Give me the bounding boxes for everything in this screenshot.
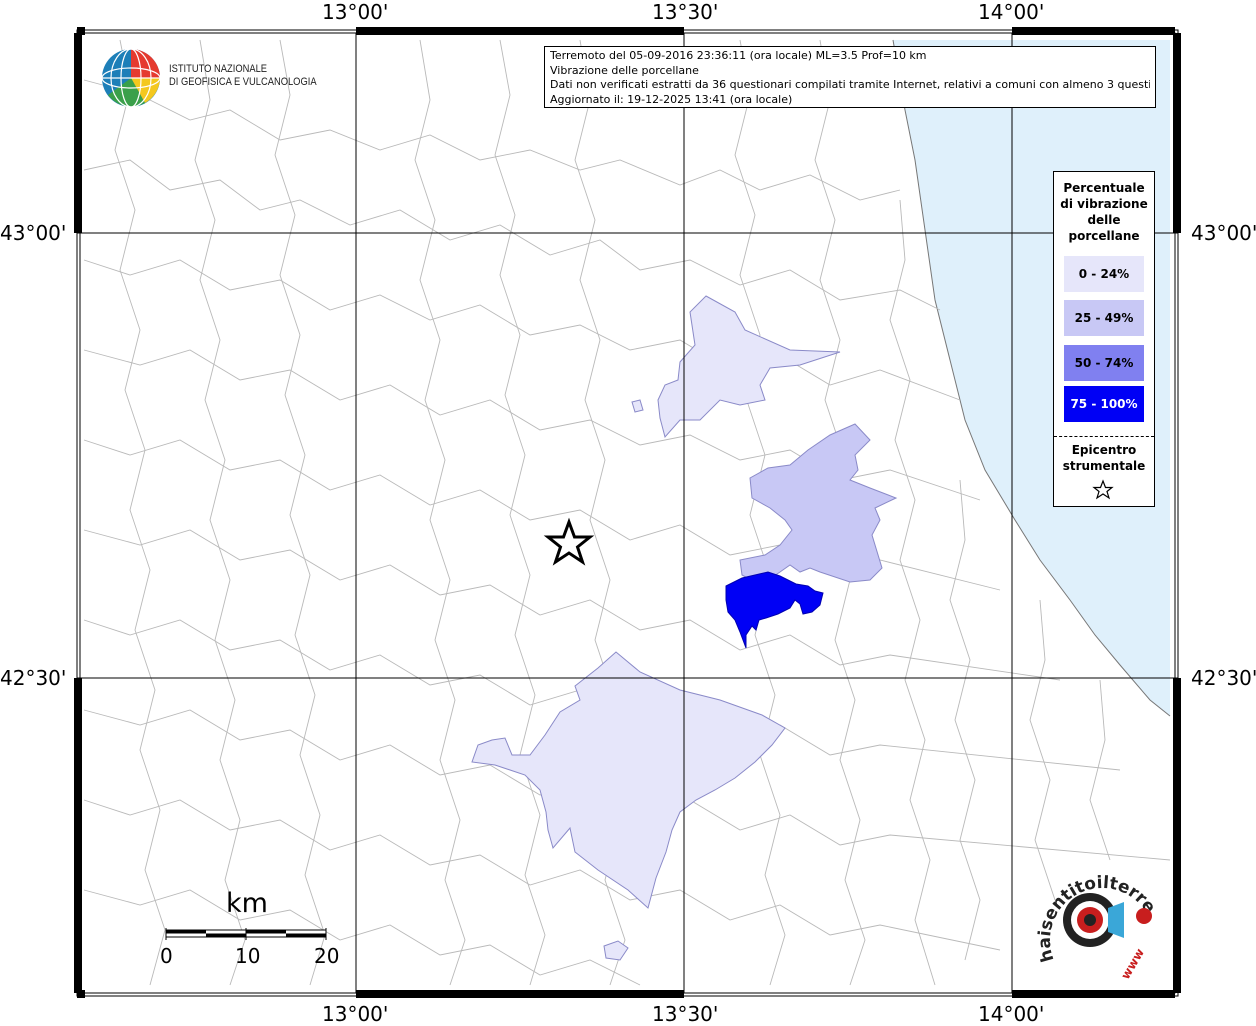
legend-class-50-74: 50 - 74%: [1064, 345, 1144, 381]
ingv-logo-text: ISTITUTO NAZIONALE DI GEOFISICA E VULCAN…: [169, 63, 317, 89]
legend-title-line-3: delle: [1087, 213, 1121, 227]
scale-bar: [165, 928, 327, 940]
legend-divider: [1054, 436, 1154, 437]
lon-label-bottom-2: 13°30': [652, 1002, 719, 1026]
lat-label-right-1: 43°00': [1191, 221, 1256, 245]
logo-line-2: DI GEOFISICA E VULCANOLOGIA: [169, 76, 317, 88]
lon-label-bottom-1: 13°00': [322, 1002, 389, 1026]
haisentito-logo-url: www: [1118, 946, 1147, 980]
lat-label-left-1: 43°00': [0, 221, 67, 245]
lon-label-top-1: 13°00': [322, 0, 389, 24]
legend: Percentuale di vibrazione delle porcella…: [1053, 171, 1155, 507]
ingv-globe-icon: [101, 48, 161, 108]
lon-label-top-2: 13°30': [652, 0, 719, 24]
area-75-100: [725, 571, 824, 649]
area-0-24-north-islet: [631, 399, 644, 413]
legend-epicenter-line-2: strumentale: [1062, 459, 1146, 473]
legend-class-75-100: 75 - 100%: [1064, 386, 1144, 422]
legend-title-line-1: Percentuale: [1063, 181, 1145, 195]
lat-label-right-2: 42°30': [1191, 666, 1256, 690]
area-0-24-north: [657, 295, 841, 439]
haisentito-logo-icon: haisentitoilterremoto.it www: [1032, 860, 1160, 980]
event-info-line-3: Dati non verificati estratti da 36 quest…: [550, 78, 1150, 91]
scale-tick-10: 10: [235, 944, 261, 968]
lon-label-top-3: 14°00': [978, 0, 1045, 24]
legend-title-line-4: porcellane: [1068, 229, 1140, 243]
area-0-24-south-small: [603, 940, 629, 961]
lat-label-left-2: 42°30': [0, 666, 67, 690]
lon-label-bottom-3: 14°00': [978, 1002, 1045, 1026]
area-0-24-south: [471, 651, 786, 909]
scale-tick-20: 20: [314, 944, 340, 968]
legend-title: Percentuale di vibrazione delle porcella…: [1054, 180, 1154, 244]
legend-epicenter-line-1: Epicentro: [1071, 443, 1137, 457]
event-info-line-4: Aggiornato il: 19-12-2025 13:41 (ora loc…: [550, 92, 793, 106]
scale-tick-0: 0: [160, 944, 173, 968]
legend-title-line-2: di vibrazione: [1060, 197, 1148, 211]
legend-class-0-24: 0 - 24%: [1064, 256, 1144, 292]
event-info-box: Terremoto del 05-09-2016 23:36:11 (ora l…: [544, 46, 1156, 108]
legend-class-25-49: 25 - 49%: [1064, 300, 1144, 336]
event-info-line-1: Terremoto del 05-09-2016 23:36:11 (ora l…: [550, 49, 927, 62]
legend-star-icon: [1092, 479, 1114, 500]
epicenter-star-icon: [543, 517, 595, 566]
legend-epicenter-label: Epicentro strumentale: [1054, 442, 1154, 474]
event-info-line-2: Vibrazione delle porcellane: [550, 63, 699, 77]
area-25-49: [739, 423, 898, 583]
logo-line-1: ISTITUTO NAZIONALE: [169, 63, 268, 75]
